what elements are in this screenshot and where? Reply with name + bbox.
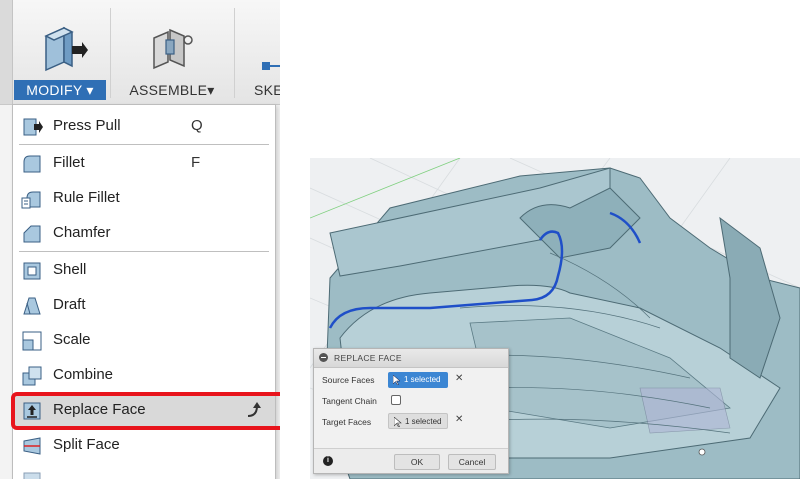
combine-icon: [22, 366, 42, 386]
split-face-icon: [23, 437, 41, 455]
dialog-title: REPLACE FACE: [334, 353, 402, 363]
menu-item-shortcut: Q: [191, 117, 203, 134]
ok-button[interactable]: OK: [394, 454, 440, 470]
menu-item-scale[interactable]: Scale: [13, 323, 275, 357]
scale-icon: [22, 331, 42, 351]
tangent-chain-label: Tangent Chain: [322, 396, 377, 406]
fillet-icon: [23, 155, 41, 173]
toolbar-separator: [234, 8, 235, 98]
info-icon[interactable]: i: [323, 456, 333, 466]
menu-divider: [19, 251, 269, 252]
toolbar-separator: [110, 8, 111, 98]
toolbar: MODIFY ▾ ASSEMBLE▾ SKE: [0, 0, 280, 105]
collapse-icon[interactable]: [319, 353, 328, 362]
menu-item-split-face[interactable]: Split Face: [13, 428, 275, 462]
menu-item-combine[interactable]: Combine: [13, 358, 275, 392]
sketch-toolbar-button[interactable]: SKE: [236, 0, 280, 104]
assemble-label: ASSEMBLE▾: [129, 82, 215, 98]
rule-fillet-icon: [21, 191, 41, 209]
replace-face-dialog: REPLACE FACE Source Faces 1 selected ✕ T…: [313, 348, 509, 474]
sketch-label: SKE: [254, 82, 280, 98]
source-faces-value: 1 selected: [404, 375, 441, 384]
assemble-icon: [153, 28, 193, 70]
draft-icon: [23, 297, 41, 315]
menu-item-shell[interactable]: Shell: [13, 253, 275, 287]
menu-item-press-pull[interactable]: Press Pull Q: [13, 109, 275, 143]
menu-item-chamfer[interactable]: Chamfer: [13, 216, 275, 250]
menu-divider: [19, 144, 269, 145]
menu-item-label: Chamfer: [53, 224, 111, 241]
chamfer-icon: [23, 225, 41, 243]
menu-item-rule-fillet[interactable]: Rule Fillet: [13, 181, 275, 215]
press-pull-icon: [23, 118, 43, 136]
menu-item-label: Shell: [53, 261, 87, 278]
modify-menu-panel: MODIFY ▾ ASSEMBLE▾ SKE Press Pull Q Fill…: [0, 0, 280, 479]
replace-face-highlight: [11, 392, 280, 430]
menu-item-fillet[interactable]: Fillet F: [13, 146, 275, 180]
shell-icon: [23, 262, 41, 280]
cursor-icon: [394, 417, 402, 427]
modify-label: MODIFY ▾: [14, 80, 106, 100]
cursor-icon: [393, 375, 401, 385]
tangent-chain-checkbox[interactable]: [391, 395, 401, 405]
dialog-header: REPLACE FACE: [314, 349, 508, 368]
target-faces-label: Target Faces: [322, 417, 372, 427]
menu-item-label: Press Pull: [53, 117, 121, 134]
dialog-footer: i OK Cancel: [314, 448, 508, 473]
target-faces-value: 1 selected: [405, 417, 442, 426]
menu-item-label: Draft: [53, 296, 86, 313]
menu-item-draft[interactable]: Draft: [13, 288, 275, 322]
clear-target-icon[interactable]: ✕: [455, 414, 463, 425]
menu-item-label: Scale: [53, 331, 91, 348]
menu-item-label: Rule Fillet: [53, 189, 120, 206]
menu-item-label: Combine: [53, 366, 114, 383]
source-faces-label: Source Faces: [322, 375, 375, 385]
split-body-icon: [23, 472, 41, 479]
sketch-icon: [262, 62, 280, 70]
menu-item-label: Fillet: [53, 154, 85, 171]
menu-item-label: Split Face: [53, 436, 120, 453]
clear-source-icon[interactable]: ✕: [455, 373, 463, 384]
menu-item-partial: [13, 463, 275, 479]
target-faces-selector[interactable]: 1 selected: [388, 413, 448, 429]
cancel-button[interactable]: Cancel: [448, 454, 496, 470]
modify-toolbar-button[interactable]: MODIFY ▾: [12, 0, 108, 104]
assemble-toolbar-button[interactable]: ASSEMBLE▾: [112, 0, 232, 104]
menu-item-shortcut: F: [191, 154, 201, 171]
modify-icon: [44, 26, 88, 72]
source-faces-selector[interactable]: 1 selected: [388, 372, 448, 388]
